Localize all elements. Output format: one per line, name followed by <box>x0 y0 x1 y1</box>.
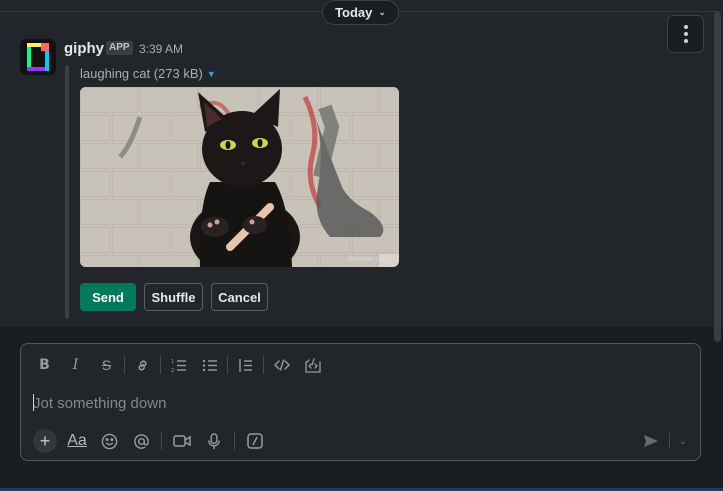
emoji-button[interactable] <box>93 428 125 454</box>
send-message-button[interactable] <box>637 428 665 454</box>
at-icon <box>133 433 149 449</box>
attachment-name: laughing cat (273 kB) <box>80 66 203 81</box>
formatting-icon: Aa <box>67 432 87 449</box>
toolbar-divider <box>263 356 264 374</box>
text-cursor <box>33 394 34 411</box>
composer-actions: + Aa <box>29 428 271 454</box>
video-icon <box>173 435 191 447</box>
strikethrough-icon[interactable]: S <box>91 353 122 377</box>
more-actions-button[interactable] <box>667 15 704 53</box>
svg-text:1: 1 <box>171 359 174 365</box>
schedule-options-button[interactable]: ⌄ <box>674 436 692 447</box>
chevron-down-icon: ⌄ <box>378 7 386 17</box>
paper-plane-icon <box>644 435 658 447</box>
toolbar-divider <box>124 356 125 374</box>
composer-divider <box>161 432 162 450</box>
audio-clip-button[interactable] <box>198 428 230 454</box>
date-divider-label: Today <box>335 5 373 20</box>
more-vertical-icon <box>683 25 688 43</box>
chevron-down-icon: ⌄ <box>678 435 688 447</box>
app-badge: APP <box>106 41 133 55</box>
formatting-toggle-button[interactable]: Aa <box>61 428 93 454</box>
italic-icon[interactable]: I <box>60 353 91 377</box>
gif-watermark: Animate Lane <box>347 256 391 263</box>
blockquote-icon[interactable] <box>230 353 261 377</box>
bulleted-list-icon[interactable] <box>194 353 225 377</box>
cat-gif-image <box>80 87 399 267</box>
giphy-logo-icon <box>27 43 49 71</box>
shuffle-gif-button[interactable]: Shuffle <box>144 283 203 311</box>
bold-icon[interactable]: B <box>29 353 60 377</box>
attachment-bar <box>65 65 69 319</box>
toolbar-divider <box>160 356 161 374</box>
avatar[interactable] <box>20 39 56 75</box>
ordered-list-icon[interactable]: 1 2 <box>163 353 194 377</box>
feed-scrollbar[interactable] <box>714 12 721 342</box>
emoji-icon <box>101 433 117 449</box>
date-divider-button[interactable]: Today ⌄ <box>322 0 399 25</box>
send-divider <box>669 433 670 449</box>
video-clip-button[interactable] <box>166 428 198 454</box>
message-input[interactable] <box>33 392 673 414</box>
toolbar-divider <box>227 356 228 374</box>
code-block-icon[interactable] <box>297 353 328 377</box>
message-timestamp[interactable]: 3:39 AM <box>139 42 183 56</box>
add-button[interactable]: + <box>29 428 61 454</box>
send-controls: ⌄ <box>637 428 692 454</box>
gif-preview[interactable]: Animate Lane <box>80 87 399 267</box>
link-icon[interactable] <box>127 353 158 377</box>
message-composer: B I S 1 2 Jot something down + Aa ⌄ <box>20 343 701 461</box>
sender-name[interactable]: giphy <box>64 40 104 57</box>
caret-down-icon: ▼ <box>206 68 216 79</box>
shortcuts-button[interactable] <box>239 428 271 454</box>
formatting-toolbar: B I S 1 2 <box>29 353 328 377</box>
plus-icon: + <box>33 429 57 453</box>
cancel-gif-button[interactable]: Cancel <box>211 283 268 311</box>
attachment-toggle[interactable]: laughing cat (273 kB) ▼ <box>80 66 216 81</box>
microphone-icon <box>208 432 220 449</box>
code-icon[interactable] <box>266 353 297 377</box>
send-gif-button[interactable]: Send <box>80 283 136 311</box>
svg-text:2: 2 <box>171 368 174 373</box>
slash-icon <box>247 433 263 449</box>
mention-button[interactable] <box>125 428 157 454</box>
message-feed: Today ⌄ giphy APP 3:39 AM laughing cat (… <box>0 0 723 327</box>
composer-divider <box>234 432 235 450</box>
